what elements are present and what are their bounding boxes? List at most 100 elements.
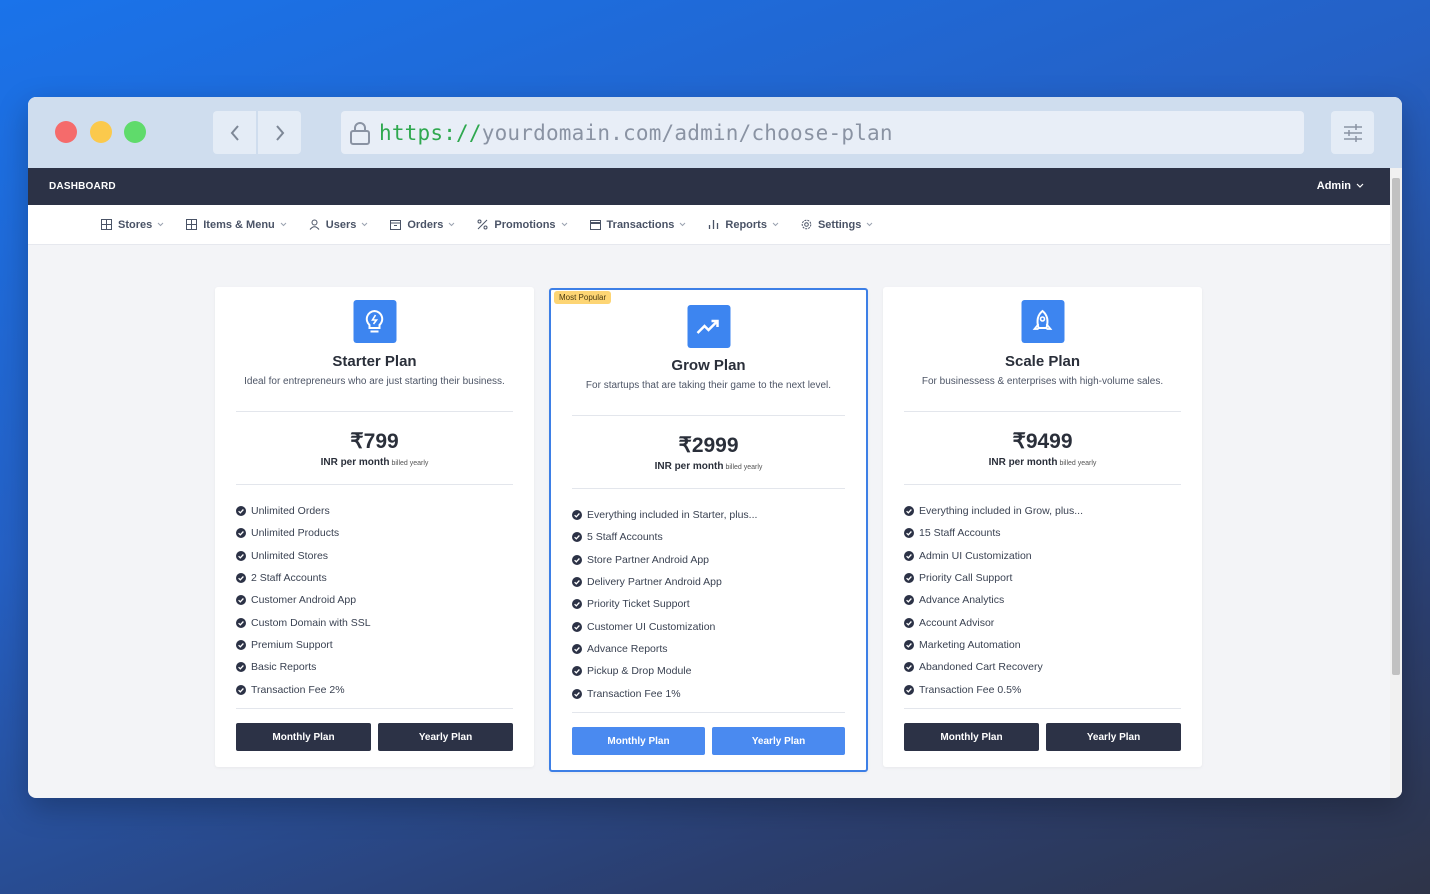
feature-text: Transaction Fee 2% (251, 683, 345, 696)
feature-item: 5 Staff Accounts (572, 526, 757, 548)
menu-label: Orders (407, 218, 444, 231)
menu-label: Transactions (606, 218, 675, 231)
forward-button[interactable] (258, 111, 301, 154)
menu-promotions[interactable]: Promotions (477, 219, 567, 231)
maximize-window-button[interactable] (124, 121, 146, 143)
chevron-down-icon (679, 222, 686, 227)
scrollbar-thumb[interactable] (1392, 178, 1400, 675)
divider (236, 484, 513, 485)
yearly-plan-button[interactable]: Yearly Plan (378, 723, 513, 751)
menu-reports[interactable]: Reports (708, 219, 779, 231)
feature-text: Priority Call Support (919, 572, 1013, 585)
feature-text: Advance Analytics (919, 594, 1005, 607)
address-bar[interactable]: https://yourdomain.com/admin/choose-plan (341, 111, 1304, 154)
check-circle-icon (572, 577, 582, 588)
check-circle-icon (572, 510, 582, 521)
plan-price: ₹9499 (1012, 430, 1073, 453)
divider (572, 415, 845, 416)
page-scrollbar[interactable] (1390, 168, 1402, 798)
check-circle-icon (572, 532, 582, 543)
check-circle-icon (904, 684, 914, 695)
menu-settings[interactable]: Settings (801, 219, 873, 231)
browser-menu-button[interactable] (1331, 111, 1374, 154)
main-menu: Stores Items & Menu Users Orders Promoti… (28, 205, 1390, 245)
check-circle-icon (572, 554, 582, 565)
yearly-plan-button[interactable]: Yearly Plan (1046, 723, 1181, 751)
monthly-plan-button[interactable]: Monthly Plan (572, 727, 705, 755)
check-circle-icon (904, 617, 914, 628)
check-circle-icon (236, 528, 246, 539)
admin-label: Admin (1316, 180, 1351, 192)
close-window-button[interactable] (55, 121, 77, 143)
feature-text: Unlimited Products (251, 527, 340, 540)
back-button[interactable] (213, 111, 256, 154)
feature-list: Everything included in Starter, plus... … (572, 504, 757, 705)
feature-text: Custom Domain with SSL (251, 616, 371, 629)
check-circle-icon (236, 550, 246, 561)
rocket-icon (1021, 300, 1064, 343)
feature-item: Unlimited Orders (236, 500, 371, 522)
feature-item: 2 Staff Accounts (236, 567, 371, 589)
lightbulb-icon (353, 300, 396, 343)
menu-orders[interactable]: Orders (390, 219, 455, 231)
feature-item: Basic Reports (236, 656, 371, 678)
feature-item: Transaction Fee 0.5% (904, 678, 1083, 700)
admin-menu[interactable]: Admin (1317, 180, 1364, 192)
chevron-down-icon (866, 222, 873, 227)
chevron-down-icon (280, 222, 287, 227)
monthly-plan-button[interactable]: Monthly Plan (904, 723, 1039, 751)
divider (904, 411, 1181, 412)
divider (236, 708, 513, 709)
monthly-plan-button[interactable]: Monthly Plan (236, 723, 371, 751)
feature-text: Unlimited Orders (251, 505, 330, 518)
yearly-plan-button[interactable]: Yearly Plan (712, 727, 845, 755)
check-circle-icon (904, 528, 914, 539)
feature-item: Advance Reports (572, 638, 757, 660)
menu-label: Items & Menu (203, 218, 275, 231)
feature-list: Unlimited Orders Unlimited Products Unli… (236, 500, 371, 701)
feature-text: Admin UI Customization (919, 549, 1032, 562)
menu-stores[interactable]: Stores (101, 219, 164, 231)
feature-text: 5 Staff Accounts (587, 531, 663, 544)
plan-price: ₹2999 (678, 434, 739, 457)
menu-items[interactable]: Items & Menu (186, 219, 287, 231)
menu-transactions[interactable]: Transactions (589, 218, 687, 231)
divider (904, 708, 1181, 709)
menu-users[interactable]: Users (309, 219, 369, 231)
feature-text: Customer UI Customization (587, 620, 716, 633)
check-circle-icon (904, 662, 914, 673)
menu-label: Stores (118, 218, 153, 231)
feature-text: Transaction Fee 1% (587, 687, 681, 700)
url-path: yourdomain.com/admin/choose-plan (481, 120, 893, 145)
check-circle-icon (904, 639, 914, 650)
dashboard-link[interactable]: DASHBOARD (49, 181, 116, 192)
check-circle-icon (236, 684, 246, 695)
sliders-icon (1343, 123, 1362, 142)
check-circle-icon (572, 599, 582, 610)
grid-icon (101, 219, 112, 230)
check-circle-icon (572, 666, 582, 677)
plan-billing: INR per month billed yearly (551, 461, 866, 472)
menu-label: Reports (725, 218, 767, 231)
minimize-window-button[interactable] (90, 121, 112, 143)
menu-label: Users (325, 218, 357, 231)
feature-item: 15 Staff Accounts (904, 522, 1083, 544)
check-circle-icon (904, 550, 914, 561)
check-circle-icon (572, 621, 582, 632)
divider (572, 488, 845, 489)
billing-note: billed yearly (725, 464, 763, 471)
feature-text: 15 Staff Accounts (919, 527, 1001, 540)
plan-card-starter: Starter Plan Ideal for entrepreneurs who… (215, 287, 534, 767)
feature-text: Customer Android App (251, 594, 357, 607)
gear-icon (801, 219, 812, 230)
check-circle-icon (236, 506, 246, 517)
feature-item: Advance Analytics (904, 589, 1083, 611)
feature-item: Transaction Fee 2% (236, 678, 371, 700)
box-icon (390, 219, 402, 230)
check-circle-icon (572, 688, 582, 699)
check-circle-icon (904, 506, 914, 517)
user-icon (309, 219, 320, 230)
feature-item: Customer Android App (236, 589, 371, 611)
plan-description: For businessess & enterprises with high-… (921, 376, 1164, 387)
feature-text: Transaction Fee 0.5% (919, 683, 1022, 696)
